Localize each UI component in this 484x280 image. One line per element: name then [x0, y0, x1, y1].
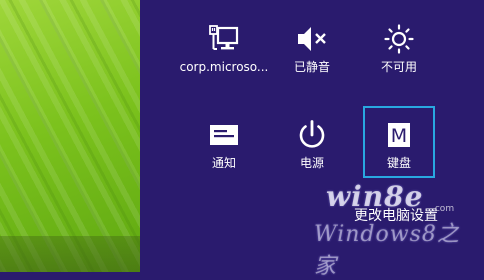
brightness-label: 不可用	[380, 60, 417, 74]
power-icon	[295, 120, 329, 150]
notifications-icon	[207, 120, 241, 150]
svg-text:M: M	[391, 125, 407, 147]
brightness-tile[interactable]: 不可用	[363, 10, 435, 82]
network-tile[interactable]: corp.microso...	[180, 10, 268, 82]
desktop-wallpaper	[0, 0, 140, 272]
network-icon	[207, 24, 241, 54]
power-tile[interactable]: 电源	[276, 106, 348, 178]
notifications-tile[interactable]: 通知	[188, 106, 260, 178]
keyboard-label: 键盘	[386, 156, 411, 170]
keyboard-tile[interactable]: M 键盘	[363, 106, 435, 178]
brightness-icon	[382, 24, 416, 54]
power-label: 电源	[299, 156, 324, 170]
change-pc-settings-link[interactable]: 更改电脑设置	[354, 207, 438, 225]
keyboard-icon: M	[382, 120, 416, 150]
taskbar-strip	[0, 236, 140, 272]
volume-tile[interactable]: 已静音	[276, 10, 348, 82]
volume-label: 已静音	[293, 60, 330, 74]
volume-muted-icon	[295, 24, 329, 54]
network-label: corp.microso...	[179, 60, 269, 74]
notifications-label: 通知	[211, 156, 236, 170]
